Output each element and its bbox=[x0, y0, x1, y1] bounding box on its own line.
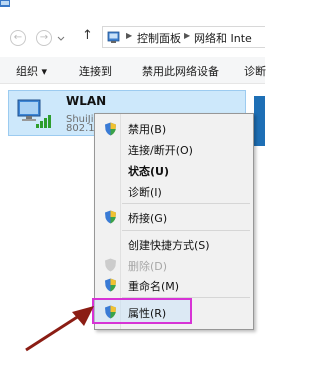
menu-item-diagnose[interactable]: 诊断(I) bbox=[128, 184, 162, 200]
back-button[interactable]: ← bbox=[10, 30, 26, 46]
menu-item-connect-disconnect[interactable]: 连接/断开(O) bbox=[128, 142, 193, 158]
organize-menu[interactable]: 组织 ▾ bbox=[16, 63, 47, 79]
shield-icon bbox=[105, 305, 116, 319]
menu-item-rename[interactable]: 重命名(M) bbox=[128, 278, 179, 294]
menu-item-disable[interactable]: 禁用(B) bbox=[128, 121, 166, 137]
control-panel-icon bbox=[107, 31, 120, 43]
diagnose-button[interactable]: 诊断 bbox=[244, 63, 266, 79]
disable-device-button[interactable]: 禁用此网络设备 bbox=[142, 63, 219, 79]
menu-separator bbox=[122, 203, 250, 204]
menu-gutter bbox=[120, 114, 121, 329]
connect-to-button[interactable]: 连接到 bbox=[79, 63, 112, 79]
chevron-down-icon[interactable] bbox=[57, 36, 65, 41]
menu-item-bridge[interactable]: 桥接(G) bbox=[128, 210, 167, 226]
next-adapter-icon bbox=[254, 96, 265, 146]
shield-icon bbox=[105, 278, 116, 292]
shield-icon bbox=[105, 258, 116, 272]
shield-icon bbox=[105, 210, 116, 224]
shield-icon bbox=[105, 122, 116, 136]
pointer-arrow-icon bbox=[25, 306, 94, 352]
up-button[interactable]: ↑ bbox=[82, 28, 93, 43]
menu-item-create-shortcut[interactable]: 创建快捷方式(S) bbox=[128, 237, 210, 253]
adapter-name: WLAN bbox=[66, 94, 107, 108]
window-app-icon bbox=[0, 0, 10, 7]
menu-item-delete: 删除(D) bbox=[128, 260, 168, 273]
forward-button[interactable]: → bbox=[36, 30, 52, 46]
menu-separator bbox=[122, 230, 250, 231]
breadcrumb-network[interactable]: 网络和 Inte bbox=[194, 30, 252, 46]
command-toolbar: 组织 ▾ 连接到 禁用此网络设备 诊断 bbox=[0, 57, 266, 84]
breadcrumb-control-panel[interactable]: 控制面板 bbox=[137, 30, 181, 46]
menu-item-properties[interactable]: 属性(R) bbox=[128, 305, 166, 321]
wireless-adapter-icon bbox=[17, 99, 51, 128]
breadcrumb-separator: ▶ bbox=[126, 31, 133, 40]
breadcrumb-separator: ▶ bbox=[184, 31, 191, 40]
menu-item-status[interactable]: 状态(U) bbox=[128, 163, 169, 179]
